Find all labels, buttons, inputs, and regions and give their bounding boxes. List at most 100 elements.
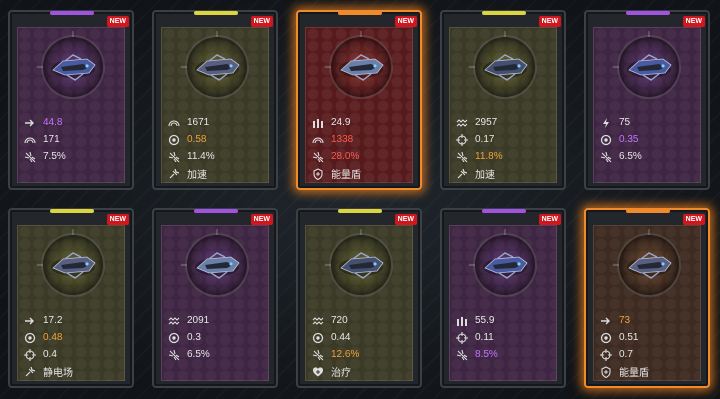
stat-value: 加速 [187, 170, 207, 181]
stat-row: 0.3 [168, 329, 268, 346]
stat-row: 55.9 [456, 312, 556, 329]
stat-value: 11.4% [187, 151, 215, 162]
crit-burst-icon [312, 151, 324, 163]
stat-value: 0.51 [619, 332, 639, 343]
stat-value: 2091 [187, 315, 210, 326]
ship-icon [483, 252, 528, 279]
armor-arc-icon [312, 134, 324, 146]
crit-burst-icon [168, 151, 180, 163]
skill-icon [456, 168, 468, 180]
stat-row: 8.5% [456, 346, 556, 363]
ship-portrait [325, 229, 393, 297]
crosshair-icon [456, 133, 468, 146]
stat-list: 2957 0.17 11.8% 加速 [456, 114, 556, 182]
card-panel: 24.9 1338 28.0% 能量盾 [305, 27, 413, 183]
stat-row: 1338 [312, 131, 412, 148]
stat-row: 24.9 [312, 114, 412, 131]
ship-icon [195, 54, 240, 81]
new-badge: NEW [394, 16, 417, 27]
target-ring-icon [600, 134, 612, 146]
stat-value: 24.9 [331, 117, 351, 128]
stat-row: 0.4 [24, 346, 124, 363]
stat-list: 73 0.51 0.7 能量盾 [600, 312, 700, 380]
stat-value: 0.35 [619, 134, 639, 145]
ship-card[interactable]: NEW 720 0.44 12.6% 治疗 [296, 208, 422, 388]
ship-icon [339, 252, 384, 279]
stat-row: 2091 [168, 312, 268, 329]
stat-value: 6.5% [619, 151, 642, 162]
stat-value: 6.5% [187, 349, 210, 360]
crit-burst-icon [168, 349, 180, 361]
ship-card[interactable]: NEW 17.2 0.48 0.4 静电场 [8, 208, 134, 388]
stat-list: 44.8 171 7.5% [24, 114, 124, 165]
rarity-tab [194, 11, 238, 15]
crit-burst-icon [456, 349, 468, 361]
stat-value: 0.7 [619, 349, 633, 360]
ship-portrait [37, 229, 105, 297]
ship-portrait [37, 31, 105, 99]
rarity-tab [626, 209, 670, 213]
stat-row: 11.8% [456, 148, 556, 165]
stat-value: 加速 [475, 170, 495, 181]
stat-list: 720 0.44 12.6% 治疗 [312, 312, 412, 380]
ship-icon [627, 54, 672, 81]
ship-icon [339, 54, 384, 81]
stat-value: 治疗 [331, 368, 351, 379]
new-badge: NEW [250, 214, 273, 225]
stat-value: 171 [43, 134, 60, 145]
card-panel: 720 0.44 12.6% 治疗 [305, 225, 413, 381]
wave-icon [456, 117, 468, 129]
ship-card[interactable]: NEW 75 0.35 6.5% [584, 10, 710, 190]
ship-portrait [325, 31, 393, 99]
stat-row: 加速 [456, 165, 556, 182]
ship-card[interactable]: NEW 55.9 0.11 8.5% [440, 208, 566, 388]
stat-value: 0.44 [331, 332, 351, 343]
armor-arc-icon [24, 134, 36, 146]
new-badge: NEW [682, 16, 705, 27]
ship-card[interactable]: NEW 24.9 1338 28.0% 能量盾 [296, 10, 422, 190]
heal-icon [312, 366, 324, 378]
ship-icon [51, 252, 96, 279]
card-panel: 1671 0.58 11.4% 加速 [161, 27, 269, 183]
stat-value: 28.0% [331, 151, 360, 162]
stat-row: 0.17 [456, 131, 556, 148]
wave-icon [168, 315, 180, 327]
rarity-tab [626, 11, 670, 15]
card-panel: 73 0.51 0.7 能量盾 [593, 225, 701, 381]
card-panel: 17.2 0.48 0.4 静电场 [17, 225, 125, 381]
stat-row: 17.2 [24, 312, 124, 329]
ship-portrait [469, 229, 537, 297]
wave-icon [312, 315, 324, 327]
stat-value: 0.4 [43, 349, 57, 360]
ship-card[interactable]: NEW 2957 0.17 11.8% 加速 [440, 10, 566, 190]
ship-card[interactable]: NEW 73 0.51 0.7 能量盾 [584, 208, 710, 388]
crit-burst-icon [600, 151, 612, 163]
stat-row: 0.35 [600, 131, 700, 148]
stat-value: 7.5% [43, 151, 66, 162]
rarity-tab [482, 11, 526, 15]
speed-arrow-icon [600, 315, 612, 327]
skill-icon [168, 168, 180, 180]
crosshair-icon [456, 331, 468, 344]
rarity-tab [50, 11, 94, 15]
stat-list: 2091 0.3 6.5% [168, 312, 268, 363]
ship-portrait [181, 229, 249, 297]
new-badge: NEW [394, 214, 417, 225]
stat-value: 8.5% [475, 349, 498, 360]
rarity-tab [482, 209, 526, 213]
crosshair-icon [24, 348, 36, 361]
ship-card[interactable]: NEW 44.8 171 7.5% [8, 10, 134, 190]
ship-card[interactable]: NEW 2091 0.3 6.5% [152, 208, 278, 388]
stat-list: 24.9 1338 28.0% 能量盾 [312, 114, 412, 182]
stat-value: 1338 [331, 134, 354, 145]
stat-row: 能量盾 [312, 165, 412, 182]
crit-burst-icon [24, 151, 36, 163]
stat-list: 75 0.35 6.5% [600, 114, 700, 165]
stat-value: 能量盾 [619, 368, 649, 379]
stat-value: 1671 [187, 117, 210, 128]
shield-icon [312, 167, 324, 180]
ship-icon [483, 54, 528, 81]
card-panel: 2091 0.3 6.5% [161, 225, 269, 381]
stat-row: 720 [312, 312, 412, 329]
ship-card[interactable]: NEW 1671 0.58 11.4% 加速 [152, 10, 278, 190]
